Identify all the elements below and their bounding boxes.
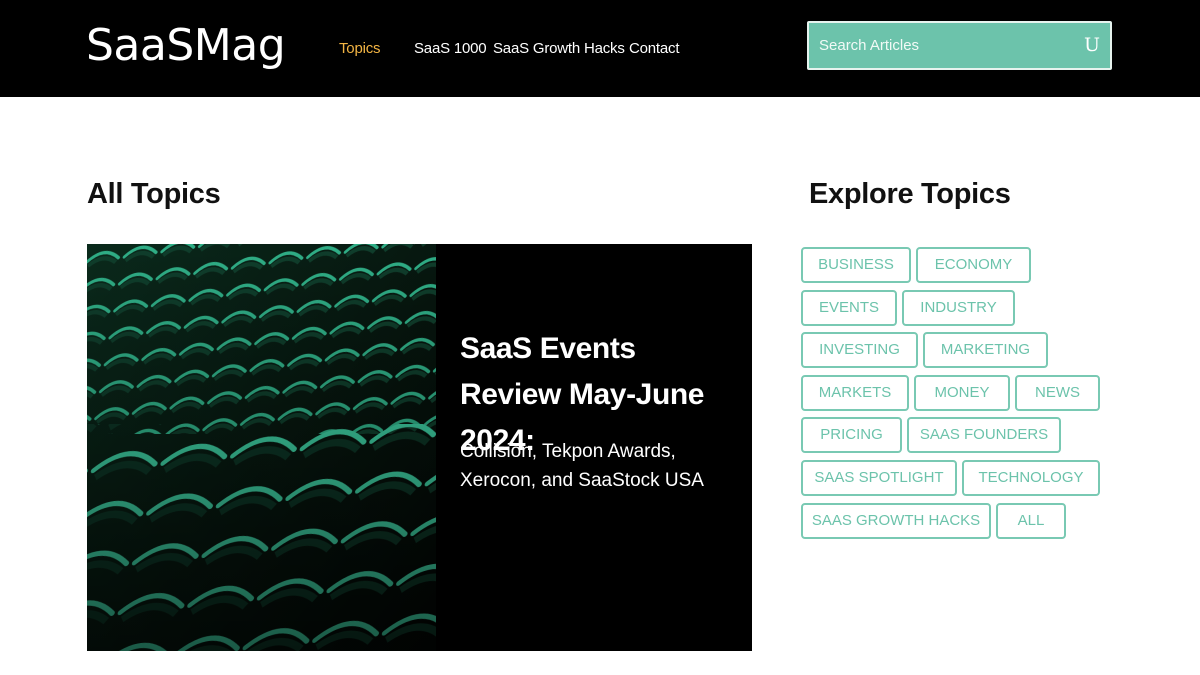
featured-article-subtitle: Collision, Tekpon Awards, Xerocon, and S… — [460, 441, 704, 491]
site-logo[interactable]: SaaSMag — [86, 18, 286, 74]
nav-link-topics[interactable]: Topics — [339, 40, 381, 57]
tag-economy[interactable]: ECONOMY — [916, 247, 1031, 283]
tag-all[interactable]: ALL — [996, 503, 1066, 539]
tag-saas-growth-hacks[interactable]: SAAS GROWTH HACKS — [801, 503, 991, 539]
site-header: SaaSMag Topics SaaS 1000 SaaS Growth Hac… — [0, 0, 1200, 97]
tag-industry[interactable]: INDUSTRY — [902, 290, 1015, 326]
tag-events[interactable]: EVENTS — [801, 290, 897, 326]
nav-link-saas-1000[interactable]: SaaS 1000 — [414, 40, 487, 57]
search-icon[interactable]: U — [1084, 34, 1100, 56]
nav-link-contact[interactable]: Contact — [629, 40, 679, 57]
tag-technology[interactable]: TECHNOLOGY — [962, 460, 1100, 496]
page-title: All Topics — [87, 178, 221, 210]
tag-money[interactable]: MONEY — [914, 375, 1010, 411]
tag-pricing[interactable]: PRICING — [801, 417, 902, 453]
search-box: U — [807, 21, 1112, 70]
tag-saas-founders[interactable]: SAAS FOUNDERS — [907, 417, 1061, 453]
tag-markets[interactable]: MARKETS — [801, 375, 909, 411]
tag-investing[interactable]: INVESTING — [801, 332, 918, 368]
tag-marketing[interactable]: MARKETING — [923, 332, 1048, 368]
tag-business[interactable]: BUSINESS — [801, 247, 911, 283]
tag-saas-spotlight[interactable]: SAAS SPOTLIGHT — [801, 460, 957, 496]
explore-topics-heading: Explore Topics — [809, 178, 1011, 210]
search-input[interactable] — [819, 23, 1069, 68]
nav-link-saas-growth-hacks[interactable]: SaaS Growth Hacks — [493, 40, 625, 57]
featured-article-image — [87, 244, 436, 651]
featured-article-card[interactable]: SaaS Events Review May-June 2024: Collis… — [87, 244, 752, 651]
tag-news[interactable]: NEWS — [1015, 375, 1100, 411]
